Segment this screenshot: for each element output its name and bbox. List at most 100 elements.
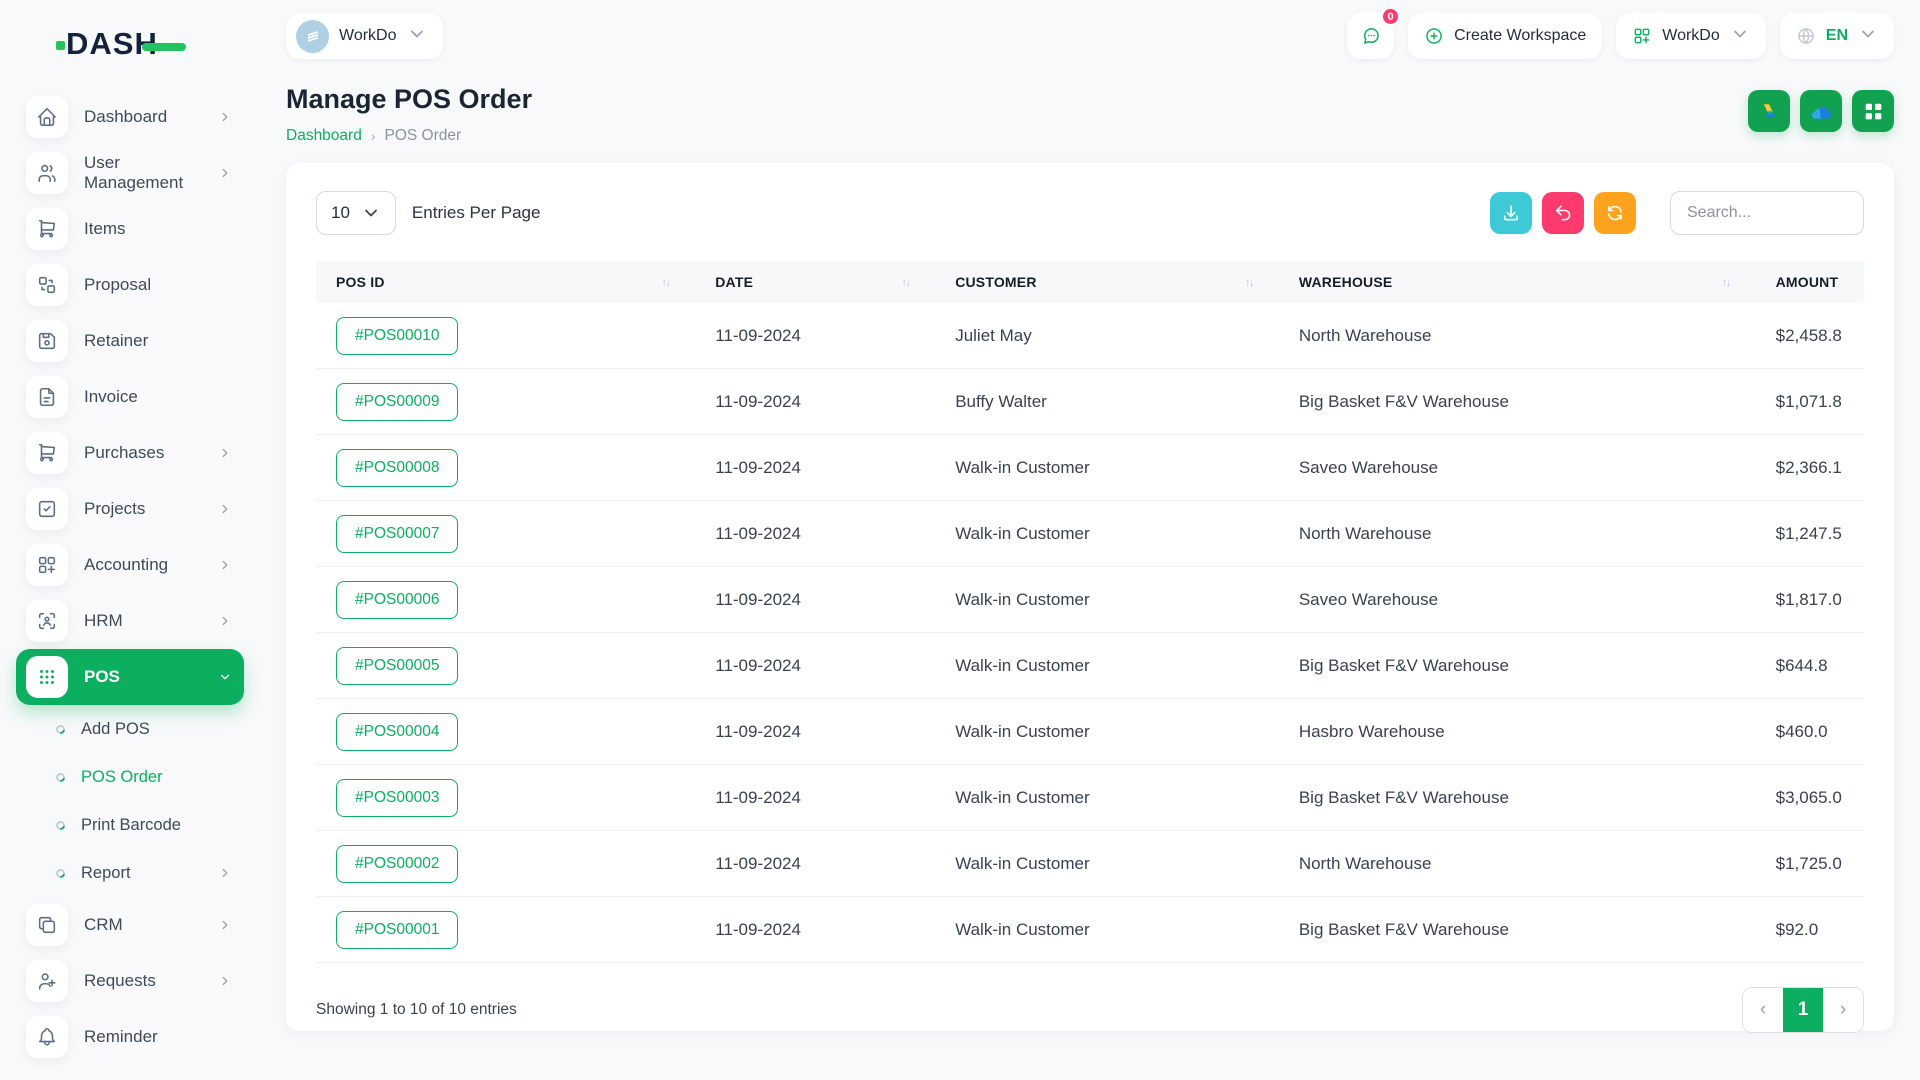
chevron-down-icon: [1858, 24, 1878, 49]
sidebar-subitem-label: Print Barcode: [81, 816, 181, 835]
sidebar-item-requests[interactable]: Requests: [16, 953, 244, 1009]
pos-id-badge[interactable]: #POS00009: [336, 383, 458, 421]
gdrive-icon: [1757, 99, 1782, 124]
sidebar-item-retainer[interactable]: Retainer: [16, 313, 244, 369]
entries-per-page-label: Entries Per Page: [412, 203, 541, 223]
messages-button[interactable]: 0: [1347, 13, 1394, 59]
sidebar-item-user-management[interactable]: User Management: [16, 145, 244, 201]
sidebar-item-accounting[interactable]: Accounting: [16, 537, 244, 593]
sidebar-item-crm[interactable]: CRM: [16, 897, 244, 953]
order-warehouse: Big Basket F&V Warehouse: [1279, 788, 1756, 808]
pos-id-badge[interactable]: #POS00010: [336, 317, 458, 355]
export-button[interactable]: [1490, 192, 1532, 234]
sidebar-item-label: Dashboard: [84, 107, 167, 127]
order-customer: Juliet May: [935, 326, 1279, 346]
sidebar-item-items[interactable]: Items: [16, 201, 244, 257]
bullet-icon: [54, 867, 67, 880]
app-menu-button[interactable]: WorkDo: [1616, 13, 1766, 59]
sidebar-subitem-print-barcode[interactable]: Print Barcode: [16, 801, 244, 849]
order-customer: Walk-in Customer: [935, 656, 1279, 676]
order-amount: $3,065.0: [1756, 788, 1864, 808]
order-warehouse: North Warehouse: [1279, 854, 1756, 874]
user-plus-icon: [26, 960, 68, 1002]
sidebar-subitem-report[interactable]: Report: [16, 849, 244, 897]
dots-grid-icon: [26, 656, 68, 698]
sidebar-item-pos[interactable]: POS: [16, 649, 244, 705]
sidebar-item-invoice[interactable]: Invoice: [16, 369, 244, 425]
pos-id-badge[interactable]: #POS00008: [336, 449, 458, 487]
bullet-icon: [54, 771, 67, 784]
order-amount: $460.0: [1756, 722, 1864, 742]
order-date: 11-09-2024: [695, 656, 935, 676]
order-customer: Walk-in Customer: [935, 788, 1279, 808]
sidebar-item-label: CRM: [84, 915, 123, 935]
scan-user-icon: [26, 600, 68, 642]
pagination-prev-button[interactable]: ‹: [1743, 988, 1783, 1032]
search-input[interactable]: [1670, 191, 1864, 235]
workspace-name: WorkDo: [339, 27, 397, 45]
chevron-right-icon: [218, 110, 232, 124]
sidebar-subitem-pos-order[interactable]: POS Order: [16, 753, 244, 801]
pos-id-badge[interactable]: #POS00004: [336, 713, 458, 751]
order-date: 11-09-2024: [695, 788, 935, 808]
pagination-page-1-button[interactable]: 1: [1783, 988, 1823, 1032]
order-warehouse: Big Basket F&V Warehouse: [1279, 920, 1756, 940]
chevron-right-icon: [218, 614, 232, 628]
bullet-icon: [54, 819, 67, 832]
column-header-date[interactable]: DATE↑↓: [695, 274, 935, 290]
table-row: #POS0000811-09-2024Walk-in CustomerSaveo…: [316, 435, 1864, 501]
onedrive-button[interactable]: [1800, 90, 1842, 132]
column-header-customer[interactable]: CUSTOMER↑↓: [935, 274, 1279, 290]
chevron-right-icon: [218, 974, 232, 988]
pos-id-badge[interactable]: #POS00001: [336, 911, 458, 949]
order-customer: Walk-in Customer: [935, 458, 1279, 478]
pos-id-badge[interactable]: #POS00006: [336, 581, 458, 619]
pos-id-badge[interactable]: #POS00007: [336, 515, 458, 553]
workspace-avatar: [296, 20, 329, 53]
onedrive-icon: [1809, 99, 1834, 124]
pagination-next-button[interactable]: ›: [1823, 988, 1863, 1032]
sidebar-item-projects[interactable]: Projects: [16, 481, 244, 537]
grid-view-button[interactable]: [1852, 90, 1894, 132]
order-warehouse: Saveo Warehouse: [1279, 590, 1756, 610]
sidebar-subitem-add-pos[interactable]: Add POS: [16, 705, 244, 753]
chevron-right-icon: [218, 558, 232, 572]
app-logo[interactable]: DASH: [66, 28, 244, 59]
sidebar-item-proposal[interactable]: Proposal: [16, 257, 244, 313]
order-warehouse: Big Basket F&V Warehouse: [1279, 656, 1756, 676]
table-body: #POS00010 11-09-2024 Juliet May North Wareh…: [316, 303, 1864, 963]
entries-per-page-select[interactable]: 10: [316, 191, 396, 235]
order-date: 11-09-2024: [695, 458, 935, 478]
pos-id-badge[interactable]: #POS00002: [336, 845, 458, 883]
sidebar-item-reminder[interactable]: Reminder: [16, 1009, 244, 1065]
table-footer: Showing 1 to 10 of 10 entries ‹ 1 ›: [316, 987, 1864, 1033]
create-workspace-button[interactable]: Create Workspace: [1408, 13, 1602, 59]
column-header-pos-id[interactable]: POS ID↑↓: [316, 274, 695, 290]
pos-order-card: 10 Entries Per Page POS ID↑↓DATE↑↓CUSTOM…: [286, 163, 1894, 1031]
sidebar-item-purchases[interactable]: Purchases: [16, 425, 244, 481]
column-header-warehouse[interactable]: WAREHOUSE↑↓: [1279, 274, 1756, 290]
page-header: Manage POS Order Dashboard › POS Order: [286, 84, 1894, 145]
pagination: ‹ 1 ›: [1742, 987, 1864, 1033]
reload-button[interactable]: [1594, 192, 1636, 234]
workspace-switcher[interactable]: WorkDo: [286, 13, 443, 59]
order-date: 11-09-2024: [695, 590, 935, 610]
sidebar-item-dashboard[interactable]: Dashboard: [16, 89, 244, 145]
order-warehouse: Hasbro Warehouse: [1279, 722, 1756, 742]
chevron-right-icon: [218, 166, 232, 180]
showing-entries-text: Showing 1 to 10 of 10 entries: [316, 1001, 517, 1019]
create-workspace-label: Create Workspace: [1454, 27, 1586, 45]
pos-id-badge[interactable]: #POS00003: [336, 779, 458, 817]
sidebar-item-hrm[interactable]: HRM: [16, 593, 244, 649]
order-date: 11-09-2024: [695, 524, 935, 544]
language-selector[interactable]: EN: [1780, 13, 1894, 59]
google-drive-button[interactable]: [1748, 90, 1790, 132]
breadcrumb-dashboard-link[interactable]: Dashboard: [286, 127, 362, 145]
sort-icon: ↑↓: [1245, 275, 1253, 289]
pos-id-badge[interactable]: #POS00005: [336, 647, 458, 685]
reset-button[interactable]: [1542, 192, 1584, 234]
sort-icon: ↑↓: [661, 275, 669, 289]
file-text-icon: [26, 376, 68, 418]
grid-plus-icon: [1632, 26, 1652, 46]
chev-down-icon: [407, 24, 427, 44]
